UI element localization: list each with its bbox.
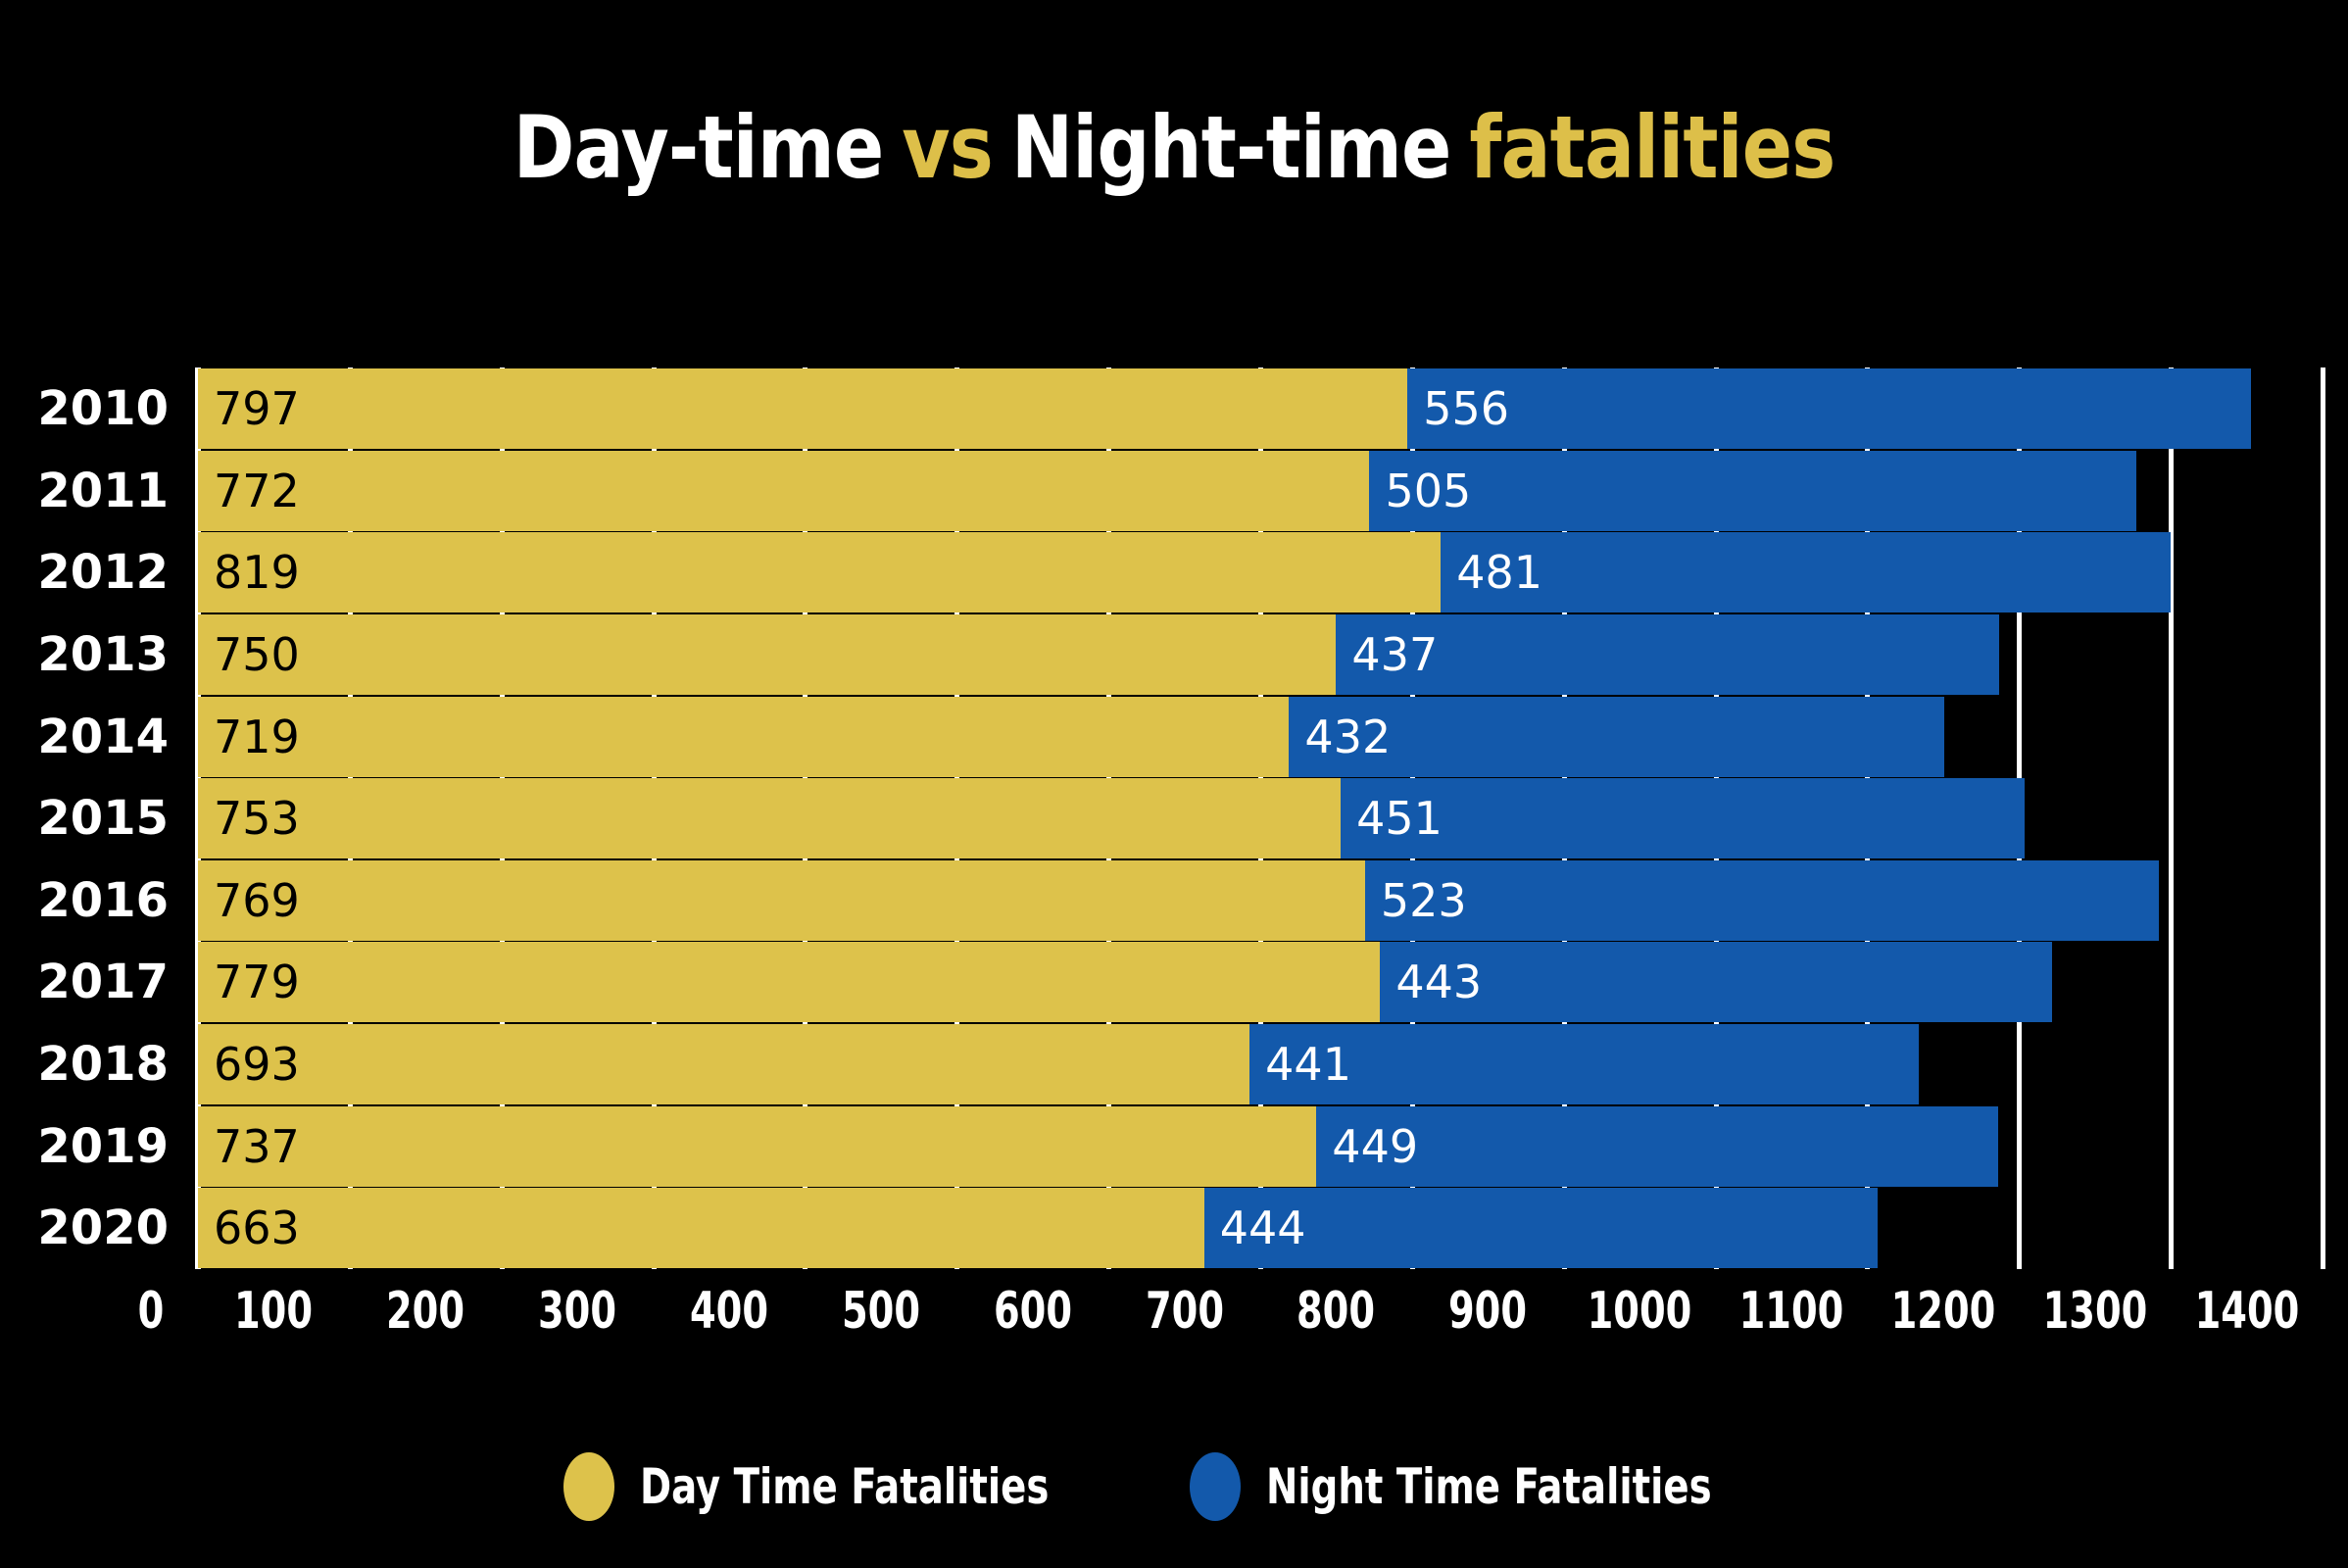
y-axis-label-2016: 2016	[37, 873, 169, 928]
x-tick-300: 300	[538, 1282, 617, 1341]
bar-row[interactable]: 719 432	[198, 697, 2323, 777]
bar-value-label-day: 819	[214, 546, 300, 599]
title-part-night: Night-time	[1010, 97, 1451, 198]
x-tick-200: 200	[386, 1282, 465, 1341]
title-part-fatalities: fatalities	[1469, 97, 1835, 198]
bar-value-label-night: 556	[1423, 382, 1510, 435]
bar-value-label-day: 779	[214, 956, 300, 1008]
bar-segment-night[interactable]: 444	[1203, 1188, 1879, 1268]
plot-area: 797 556 772 505 819 481 750 437 719 432 753 451 769 5…	[195, 368, 2325, 1269]
bar-value-label-night: 437	[1351, 628, 1439, 681]
x-tick-600: 600	[993, 1282, 1072, 1341]
bar-segment-night[interactable]: 443	[1380, 942, 2053, 1022]
legend-item-day[interactable]: Day Time Fatalities	[563, 1452, 1115, 1521]
legend-label: Day Time Fatalities	[640, 1458, 1050, 1515]
bar-segment-day[interactable]: 797	[198, 368, 1408, 449]
y-axis-label-2014: 2014	[37, 710, 169, 764]
bar-segment-night[interactable]: 451	[1341, 778, 2026, 858]
bar-value-label-day: 797	[214, 382, 300, 435]
page-title: Day-time vs Night-time fatalities	[165, 94, 2184, 202]
y-axis-label-2018: 2018	[37, 1037, 169, 1092]
y-axis-label-2012: 2012	[37, 545, 169, 600]
bar-row[interactable]: 819 481	[198, 532, 2323, 612]
x-tick-1000: 1000	[1587, 1282, 1692, 1341]
bar-value-label-night: 449	[1332, 1120, 1419, 1173]
x-tick-100: 100	[234, 1282, 314, 1341]
bar-row[interactable]: 769 523	[198, 860, 2323, 941]
x-tick-1100: 1100	[1738, 1282, 1844, 1341]
bar-value-label-night: 505	[1385, 465, 1472, 517]
bar-segment-day[interactable]: 693	[198, 1024, 1250, 1104]
y-axis-label-2020: 2020	[37, 1200, 169, 1255]
bar-value-label-night: 523	[1380, 874, 1467, 927]
x-tick-900: 900	[1448, 1282, 1528, 1341]
title-part-day: Day-time	[513, 97, 885, 198]
bar-value-label-day: 769	[214, 874, 300, 927]
bar-value-label-day: 663	[214, 1201, 300, 1254]
bar-value-label-day: 750	[214, 628, 300, 681]
bar-segment-day[interactable]: 772	[198, 451, 1370, 531]
y-axis-label-2015: 2015	[37, 791, 169, 846]
bar-segment-night[interactable]: 432	[1289, 697, 1945, 777]
x-axis-tick-labels: 0 100 200 300 400 500 600 700 800 900 1000 1100 1200…	[0, 1274, 2348, 1352]
bar-segment-day[interactable]: 753	[198, 778, 1342, 858]
x-tick-500: 500	[841, 1282, 920, 1341]
bar-segment-night[interactable]: 523	[1364, 860, 2159, 941]
bar-segment-day[interactable]: 769	[198, 860, 1365, 941]
x-tick-1200: 1200	[1890, 1282, 1996, 1341]
bar-segment-day[interactable]: 719	[198, 697, 1290, 777]
title-part-vs: vs	[902, 97, 994, 198]
bar-value-label-day: 772	[214, 465, 300, 517]
y-axis-label-2019: 2019	[37, 1119, 169, 1174]
bar-segment-day[interactable]: 750	[198, 614, 1337, 695]
bar-value-label-day: 693	[214, 1038, 300, 1091]
ellipse-marker-night	[1190, 1452, 1242, 1521]
bar-value-label-night: 444	[1219, 1201, 1306, 1254]
bar-segment-night[interactable]: 449	[1316, 1106, 1998, 1187]
y-axis-label-2011: 2011	[37, 464, 169, 518]
bar-value-label-night: 441	[1265, 1038, 1351, 1091]
bar-row[interactable]: 753 451	[198, 778, 2323, 858]
bar-segment-night[interactable]: 441	[1249, 1024, 1920, 1104]
bar-segment-day[interactable]: 663	[198, 1188, 1204, 1268]
x-tick-400: 400	[689, 1282, 769, 1341]
y-axis-label-2010: 2010	[37, 381, 169, 436]
bar-row[interactable]: 779 443	[198, 942, 2323, 1022]
bar-segment-day[interactable]: 737	[198, 1106, 1317, 1187]
bar-segment-night[interactable]: 505	[1369, 451, 2136, 531]
x-tick-1400: 1400	[2194, 1282, 2299, 1341]
bar-value-label-day: 737	[214, 1120, 300, 1173]
legend-label: Night Time Fatalities	[1266, 1458, 1712, 1515]
bar-segment-night[interactable]: 481	[1441, 532, 2172, 612]
x-tick-800: 800	[1296, 1282, 1376, 1341]
bar-segment-night[interactable]: 437	[1336, 614, 2000, 695]
chart-legend: Day Time Fatalities Night Time Fatalities	[0, 1433, 2348, 1541]
bar-row[interactable]: 693 441	[198, 1024, 2323, 1104]
y-axis-label-2017: 2017	[37, 955, 169, 1009]
y-axis-label-2013: 2013	[37, 627, 169, 682]
bar-row[interactable]: 737 449	[198, 1106, 2323, 1187]
bar-segment-day[interactable]: 819	[198, 532, 1442, 612]
bar-row[interactable]: 663 444	[198, 1188, 2323, 1268]
legend-item-night[interactable]: Night Time Fatalities	[1190, 1452, 1785, 1521]
bar-value-label-day: 753	[214, 792, 300, 845]
bar-row[interactable]: 772 505	[198, 451, 2323, 531]
bar-segment-day[interactable]: 779	[198, 942, 1381, 1022]
bar-row[interactable]: 797 556	[198, 368, 2323, 449]
bar-value-label-night: 451	[1356, 792, 1443, 845]
bar-value-label-night: 432	[1304, 710, 1392, 763]
bar-row[interactable]: 750 437	[198, 614, 2323, 695]
bar-value-label-night: 443	[1395, 956, 1483, 1008]
bar-segment-night[interactable]: 556	[1407, 368, 2252, 449]
ellipse-marker-day	[563, 1452, 615, 1521]
bar-value-label-night: 481	[1456, 546, 1543, 599]
x-tick-1300: 1300	[2042, 1282, 2148, 1341]
bar-value-label-day: 719	[214, 710, 300, 763]
x-tick-700: 700	[1145, 1282, 1224, 1341]
x-tick-0: 0	[137, 1282, 165, 1341]
